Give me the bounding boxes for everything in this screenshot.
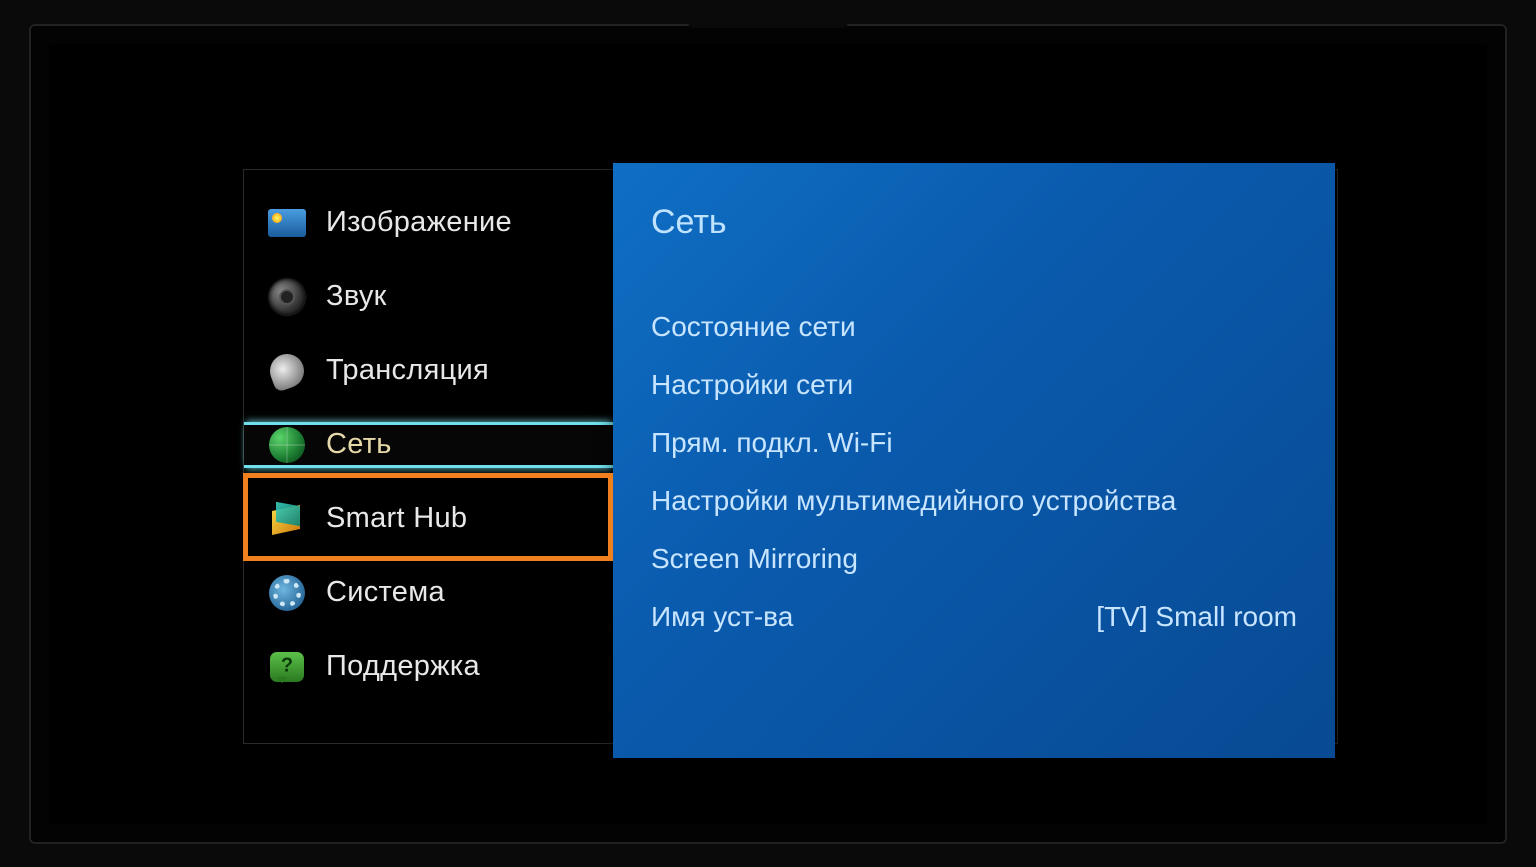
- panel-item-device-name[interactable]: Имя уст-ва [TV] Small room: [651, 588, 1297, 646]
- panel-item-screen-mirroring[interactable]: Screen Mirroring: [651, 530, 1297, 588]
- tv-notch: [688, 16, 848, 28]
- sidebar-item-smarthub[interactable]: Smart Hub: [266, 496, 614, 542]
- panel-item-label: Прям. подкл. Wi-Fi: [651, 427, 893, 459]
- panel-item-wifi-direct[interactable]: Прям. подкл. Wi-Fi: [651, 414, 1297, 472]
- support-icon: [266, 646, 308, 688]
- sidebar-item-system[interactable]: Система: [266, 570, 614, 616]
- panel-item-network-status[interactable]: Состояние сети: [651, 298, 1297, 356]
- sidebar-item-label: Сеть: [326, 428, 392, 461]
- broadcast-icon: [266, 350, 308, 392]
- panel-item-label: Настройки мультимедийного устройства: [651, 485, 1176, 517]
- panel-item-value: [TV] Small room: [1096, 601, 1297, 633]
- panel-title: Сеть: [651, 203, 1297, 242]
- tv-frame: Изображение Звук Трансляция Сеть Smart H: [29, 24, 1507, 844]
- sidebar-item-network[interactable]: Сеть: [244, 422, 614, 468]
- sidebar-item-sound[interactable]: Звук: [266, 274, 614, 320]
- sidebar-item-label: Поддержка: [326, 650, 480, 683]
- network-globe-icon: [266, 424, 308, 466]
- sidebar-item-support[interactable]: Поддержка: [266, 644, 614, 690]
- settings-sidebar: Изображение Звук Трансляция Сеть Smart H: [244, 200, 614, 690]
- panel-item-network-settings[interactable]: Настройки сети: [651, 356, 1297, 414]
- smarthub-icon: [266, 498, 308, 540]
- sidebar-item-label: Система: [326, 576, 445, 609]
- panel-item-label: Имя уст-ва: [651, 601, 793, 633]
- gear-icon: [266, 572, 308, 614]
- sidebar-item-label: Изображение: [326, 206, 512, 239]
- picture-icon: [266, 202, 308, 244]
- sidebar-item-picture[interactable]: Изображение: [266, 200, 614, 246]
- network-details-panel: Сеть Состояние сети Настройки сети Прям.…: [613, 163, 1335, 758]
- sound-icon: [266, 276, 308, 318]
- sidebar-item-label: Трансляция: [326, 354, 489, 387]
- panel-item-multimedia-device[interactable]: Настройки мультимедийного устройства: [651, 472, 1297, 530]
- sidebar-item-label: Звук: [326, 280, 387, 313]
- sidebar-item-broadcast[interactable]: Трансляция: [266, 348, 614, 394]
- panel-item-label: Состояние сети: [651, 311, 856, 343]
- sidebar-item-label: Smart Hub: [326, 502, 467, 535]
- tv-screen: Изображение Звук Трансляция Сеть Smart H: [118, 114, 1418, 754]
- panel-item-label: Настройки сети: [651, 369, 853, 401]
- panel-item-label: Screen Mirroring: [651, 543, 858, 575]
